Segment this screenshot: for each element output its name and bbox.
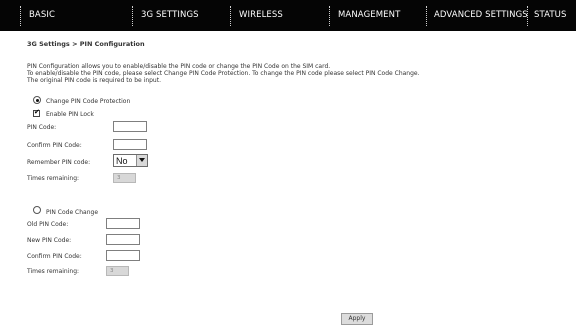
description-line-3: The original PIN code is required to be … [27,77,161,84]
nav-item-3g-settings[interactable]: 3G SETTINGS [141,0,199,31]
pin-code-input[interactable] [113,121,147,132]
remember-pin-code-label: Remember PIN code: [27,159,91,166]
apply-button[interactable]: Apply [341,313,373,325]
enable-pin-lock-label: Enable PIN Lock [46,111,94,118]
radio-pin-code-change[interactable] [33,206,41,214]
change-pin-protection-label: Change PIN Code Protection [46,98,131,105]
old-pin-code-input[interactable] [106,218,140,229]
remember-pin-code-value: No [116,156,128,166]
pin-code-change-label: PIN Code Change [46,209,99,216]
confirm-pin-code-input[interactable] [113,139,147,150]
pin-code-label: PIN Code: [27,124,57,131]
nav-item-advanced-settings[interactable]: ADVANCED SETTINGS [434,0,528,31]
nav-separator [426,6,427,26]
nav-item-status[interactable]: STATUS [534,0,567,31]
nav-separator [230,6,231,26]
nav-item-wireless[interactable]: WIRELESS [239,0,283,31]
nav-item-basic[interactable]: BASIC [29,0,55,31]
times-remaining-label: Times remaining: [27,175,80,182]
nav-separator [132,6,133,26]
old-pin-code-label: Old PIN Code: [27,221,69,228]
change-times-remaining-value: 3 [106,266,129,276]
confirm-new-pin-code-label: Confirm PIN Code: [27,253,82,260]
enable-pin-lock-checkbox[interactable] [33,108,40,117]
nav-separator [329,6,330,26]
top-navigation-bar: BASIC 3G SETTINGS WIRELESS MANAGEMENT AD… [0,0,576,31]
confirm-pin-code-label: Confirm PIN Code: [27,142,82,149]
nav-separator [20,6,21,26]
chevron-down-icon[interactable] [136,155,147,166]
description-line-1: PIN Configuration allows you to enable/d… [27,63,331,70]
nav-item-management[interactable]: MANAGEMENT [338,0,400,31]
remember-pin-code-select[interactable]: No [113,154,148,167]
change-times-remaining-label: Times remaining: [27,268,80,275]
description-line-2: To enable/disable the PIN code, please s… [27,70,420,77]
radio-change-pin-protection[interactable] [33,96,41,104]
confirm-new-pin-code-input[interactable] [106,250,140,261]
new-pin-code-input[interactable] [106,234,140,245]
nav-separator [527,6,528,26]
breadcrumb: 3G Settings > PIN Configuration [27,40,145,48]
new-pin-code-label: New PIN Code: [27,237,72,244]
times-remaining-value: 3 [113,173,136,183]
